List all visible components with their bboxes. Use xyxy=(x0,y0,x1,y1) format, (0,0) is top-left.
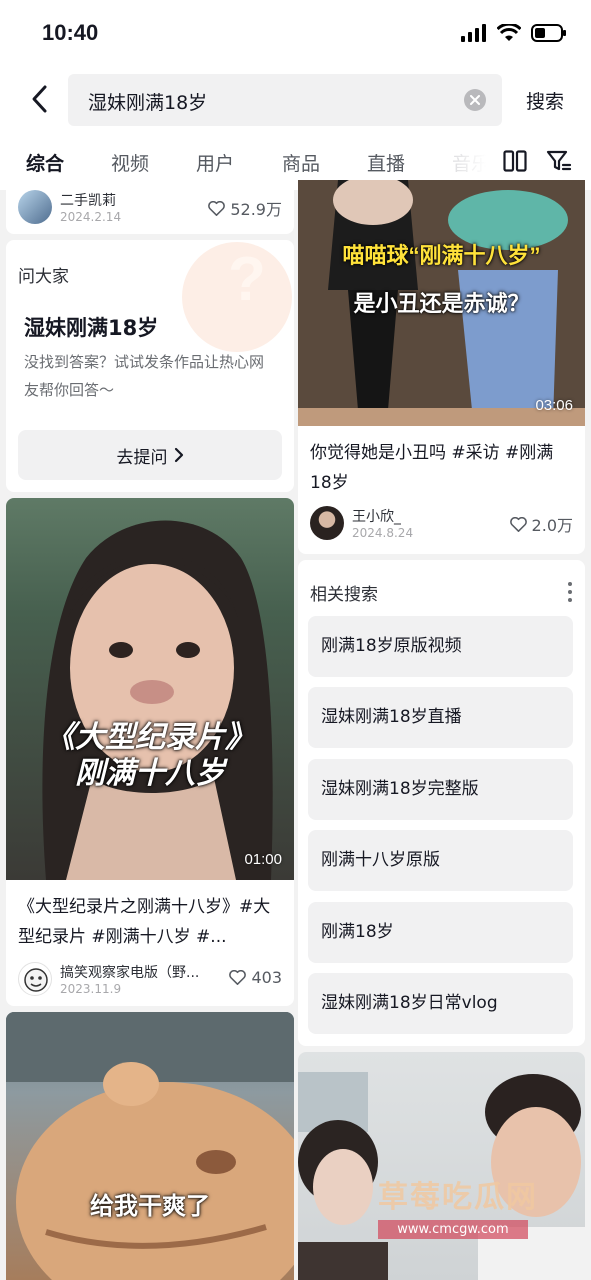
related-searches-card: 相关搜索 刚满18岁原版视频 湿妹刚满18岁直播 湿妹刚满18岁完整版 刚满十八… xyxy=(298,560,585,1046)
chevron-left-icon xyxy=(32,85,47,113)
watermark-title: 草莓吃瓜网 xyxy=(378,1180,538,1215)
heart-icon xyxy=(229,970,247,985)
like-count-value: 403 xyxy=(251,968,282,987)
tab-users[interactable]: 用户 xyxy=(196,149,234,176)
avatar[interactable] xyxy=(18,962,52,996)
filter-icon xyxy=(546,150,572,171)
heart-icon xyxy=(208,200,226,216)
author-row: 王小欣_ 2024.8.24 2.0万 xyxy=(310,506,573,542)
overlay-line: 刚满十八岁 xyxy=(75,757,225,790)
related-search-item[interactable]: 湿妹刚满18岁日常vlog xyxy=(308,973,573,1034)
post-date: 2024.2.14 xyxy=(60,210,122,224)
avatar[interactable] xyxy=(310,506,344,540)
author-name[interactable]: 二手凯莉 xyxy=(60,190,116,210)
wifi-icon xyxy=(497,24,521,41)
question-mark-icon: ? xyxy=(228,245,266,314)
more-options-icon[interactable] xyxy=(567,582,573,602)
tab-live[interactable]: 直播 xyxy=(367,149,405,176)
author-row: 二手凯莉 2024.2.14 52.9万 xyxy=(18,190,282,226)
status-time: 10:40 xyxy=(42,20,99,45)
related-search-item[interactable]: 刚满18岁原版视频 xyxy=(308,616,573,677)
related-search-item[interactable]: 刚满18岁 xyxy=(308,902,573,963)
video-thumbnail[interactable]: 给我干爽了 xyxy=(6,1012,294,1280)
author-name[interactable]: 王小欣_ xyxy=(352,506,401,526)
related-searches-header: 相关搜索 xyxy=(310,585,378,605)
video-thumbnail[interactable]: 《大型纪录片》 刚满十八岁 01:00 xyxy=(6,498,294,880)
video-card[interactable]: 《大型纪录片》 刚满十八岁 01:00 《大型纪录片之刚满十八岁》#大型纪录片 … xyxy=(6,498,294,1006)
ask-description: 没找到答案？试试发条作品让热心网友帮你回答～ xyxy=(24,353,265,399)
author-row: 搞笑观察家电版（野... 2023.11.9 403 xyxy=(18,962,282,998)
tab-products[interactable]: 商品 xyxy=(282,149,320,176)
like-count[interactable]: 52.9万 xyxy=(208,196,282,220)
filter-button[interactable] xyxy=(546,150,572,176)
ask-title: 湿妹刚满18岁 xyxy=(24,316,159,340)
ask-question-button[interactable]: 去提问 xyxy=(18,430,282,480)
ask-button-label: 去提问 xyxy=(116,447,168,468)
video-thumbnail[interactable] xyxy=(298,1052,585,1280)
tab-videos[interactable]: 视频 xyxy=(111,149,149,176)
search-header: 湿妹刚满18岁 搜索 xyxy=(0,70,591,132)
video-card[interactable]: 喵喵球“刚满十八岁” 是小丑还是赤诚？ 03:06 你觉得她是小丑吗 #采访 #… xyxy=(298,180,585,554)
status-icons xyxy=(461,24,567,42)
video-overlay-title: 给我干爽了 xyxy=(90,1193,210,1220)
search-input[interactable]: 湿妹刚满18岁 xyxy=(68,74,502,126)
like-count[interactable]: 2.0万 xyxy=(509,512,573,536)
video-card[interactable]: 给我干爽了 xyxy=(6,1012,294,1280)
video-card[interactable] xyxy=(298,1052,585,1280)
search-button[interactable]: 搜索 xyxy=(526,87,564,114)
thumbnail-image xyxy=(6,1012,294,1280)
search-query: 湿妹刚满18岁 xyxy=(88,92,208,114)
heart-icon xyxy=(509,516,527,532)
like-count-value: 52.9万 xyxy=(230,200,282,219)
video-overlay-line: 喵喵球“刚满十八岁” xyxy=(342,243,541,268)
video-overlay-title: 《大型纪录片》 刚满十八岁 xyxy=(6,720,294,792)
grid-view-button[interactable] xyxy=(503,150,527,176)
chevron-right-icon xyxy=(174,447,183,463)
thumbnail-image xyxy=(42,520,273,880)
video-card-partial[interactable]: 二手凯莉 2024.2.14 52.9万 xyxy=(6,180,294,234)
double-column-icon xyxy=(503,150,527,172)
avatar[interactable] xyxy=(18,190,52,224)
back-button[interactable] xyxy=(24,82,54,116)
watermark-logo: 草莓吃瓜网 www.cmcgw.com xyxy=(378,1172,538,1239)
video-title: 《大型纪录片之刚满十八岁》#大型纪录片 #刚满十八岁 #... xyxy=(18,897,271,947)
related-search-item[interactable]: 刚满十八岁原版 xyxy=(308,830,573,891)
video-duration: 01:00 xyxy=(244,851,282,868)
status-bar: 10:40 xyxy=(0,0,591,70)
clear-search-button[interactable] xyxy=(464,89,486,111)
overlay-line: 《大型纪录片》 xyxy=(45,721,255,754)
video-duration: 03:06 xyxy=(535,397,573,414)
signal-icon xyxy=(461,24,486,42)
battery-icon xyxy=(531,24,566,42)
post-date: 2023.11.9 xyxy=(60,982,122,996)
like-count[interactable]: 403 xyxy=(229,968,282,987)
related-search-item[interactable]: 湿妹刚满18岁完整版 xyxy=(308,759,573,820)
post-date: 2024.8.24 xyxy=(352,526,414,540)
video-title: 你觉得她是小丑吗 #采访 #刚满18岁 xyxy=(310,443,554,493)
ask-community-card: ? 问大家 湿妹刚满18岁 没找到答案？试试发条作品让热心网友帮你回答～ 去提问 xyxy=(6,240,294,492)
ask-label: 问大家 xyxy=(18,267,69,287)
thumbnail-image xyxy=(298,1072,585,1280)
close-icon xyxy=(470,95,480,105)
watermark-url: www.cmcgw.com xyxy=(378,1220,528,1239)
video-overlay-line: 是小丑还是赤诚？ xyxy=(353,291,530,316)
like-count-value: 2.0万 xyxy=(531,516,573,535)
video-thumbnail[interactable]: 喵喵球“刚满十八岁” 是小丑还是赤诚？ 03:06 xyxy=(298,180,585,426)
tab-all[interactable]: 综合 xyxy=(26,149,64,176)
related-search-item[interactable]: 湿妹刚满18岁直播 xyxy=(308,687,573,748)
author-name[interactable]: 搞笑观察家电版（野... xyxy=(60,962,199,982)
